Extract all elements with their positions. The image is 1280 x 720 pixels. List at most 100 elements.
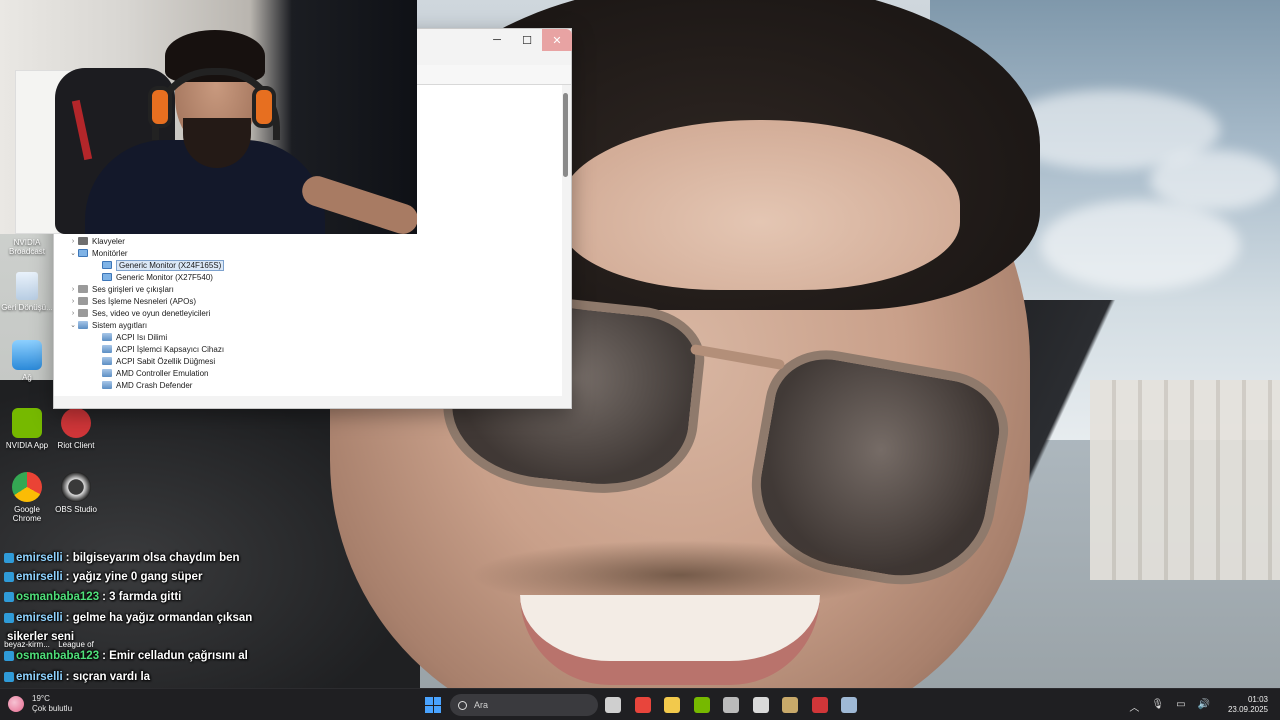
desktop-icon-label: OBS Studio xyxy=(55,505,97,514)
task-view-icon[interactable] xyxy=(605,697,621,713)
device-tree-item[interactable]: Generic Monitor (X24F165S) xyxy=(92,259,225,271)
wallpaper-forehead xyxy=(560,120,960,290)
device-tree-label: AMD Controller Emulation xyxy=(116,368,209,378)
device-tree-item[interactable]: › Ses İşleme Nesneleri (APOs) xyxy=(68,295,196,307)
taskbar: 19°C Çok bulutlu Ara ︿ 🎙 ▭ 🔊 01:03 23.09… xyxy=(0,688,1280,720)
desktop-icon-label: NVIDIA App xyxy=(5,441,49,450)
device-tree-label: ACPI Sabit Özellik Düğmesi xyxy=(116,356,216,366)
chat-text: : 3 farmda gitti xyxy=(102,591,182,603)
device-tree-item[interactable]: › Ses girişleri ve çıkışları xyxy=(68,283,174,295)
device-tree-item[interactable]: › Ses, video ve oyun denetleyicileri xyxy=(68,307,210,319)
device-category-icon xyxy=(78,309,88,317)
chat-message: sikerler seni xyxy=(4,631,74,643)
desktop-icon-recycle-bin[interactable]: Geri Dönüşü... xyxy=(0,272,54,312)
device-tree-item[interactable]: AMD Crash Defender xyxy=(92,379,192,391)
obs-icon xyxy=(61,472,91,502)
chat-badge-icon xyxy=(4,613,14,623)
wallpaper-cloud xyxy=(1150,150,1280,210)
chat-text: : sıçran vardı la xyxy=(65,671,151,683)
device-category-icon xyxy=(102,369,112,377)
chat-badge-icon xyxy=(4,572,14,582)
chat-text: : Emir celladun çağrısını al xyxy=(102,650,248,662)
device-tree-label: Ses, video ve oyun denetleyicileri xyxy=(92,308,211,318)
webcam-headset-cup xyxy=(252,86,276,128)
webcam-overlay xyxy=(0,0,417,234)
chevron-up-icon[interactable]: ︿ xyxy=(1129,699,1139,714)
device-tree-item[interactable]: Generic Monitor (X27F540) xyxy=(92,271,213,283)
device-tree-item[interactable]: AMD Controller Emulation xyxy=(92,367,208,379)
chrome-icon xyxy=(12,472,42,502)
device-category-icon xyxy=(102,333,112,341)
chevron-down-icon[interactable]: ⌄ xyxy=(68,249,78,257)
device-tree-item[interactable]: ⌄ Monitörler xyxy=(68,247,128,259)
device-tree-item[interactable]: ACPI Isı Dilimi xyxy=(92,331,167,343)
close-icon: ✕ xyxy=(552,34,562,47)
display-icon[interactable]: ▭ xyxy=(1176,699,1185,714)
chat-message: emirselli: bilgiseyarım olsa chaydım ben xyxy=(4,552,240,564)
chevron-right-icon[interactable]: › xyxy=(68,238,78,245)
stream-chat-overlay: emirselli: bilgiseyarım olsa chaydım ben… xyxy=(0,550,420,688)
wallpaper-cloud xyxy=(1040,200,1240,290)
taskbar-clock[interactable]: 01:03 23.09.2025 xyxy=(1228,695,1268,715)
device-tree-label: AMD Crash Defender xyxy=(116,380,193,390)
device-category-icon xyxy=(102,345,112,353)
device-category-icon xyxy=(78,285,88,293)
chat-username: emirselli xyxy=(16,571,63,583)
chat-username: osmanbaba123 xyxy=(16,591,100,603)
desktop-icon-label: Ağ xyxy=(22,373,32,382)
chevron-right-icon[interactable]: › xyxy=(68,298,78,305)
desktop-icon-nvidia-broadcast[interactable]: NVIDIA Broadcast xyxy=(0,238,54,256)
riot-client-icon xyxy=(61,408,91,438)
minimize-button[interactable]: ─ xyxy=(482,29,512,51)
desktop-icon-obs[interactable]: OBS Studio xyxy=(49,472,103,514)
nvidia-app-icon xyxy=(12,408,42,438)
device-category-icon xyxy=(102,273,112,281)
desktop-icon-nvidia-app[interactable]: NVIDIA App xyxy=(0,408,54,450)
chrome-icon[interactable] xyxy=(634,697,651,713)
start-button[interactable] xyxy=(425,697,441,713)
chat-badge-icon xyxy=(4,553,14,563)
device-tree-item[interactable]: ACPI İşlemci Kapsayıcı Cihazı xyxy=(92,343,224,355)
settings-icon[interactable] xyxy=(723,697,739,713)
desktop-icon-label: Riot Client xyxy=(57,441,95,450)
desktop-icon-label: Google Chrome xyxy=(12,505,42,523)
desktop-icon-network[interactable]: Ağ xyxy=(0,340,54,382)
chat-text: : gelme ha yağız ormandan çıksan xyxy=(65,612,253,624)
device-tree-label: Klavyeler xyxy=(92,236,125,246)
league-icon[interactable] xyxy=(782,697,798,713)
taskbar-search[interactable]: Ara xyxy=(450,694,598,716)
webcam-headset-cup xyxy=(148,86,172,128)
device-tree-label: Generic Monitor (X24F165S) xyxy=(116,259,225,271)
device-tree-label: Ses İşleme Nesneleri (APOs) xyxy=(92,296,197,306)
speaker-icon[interactable]: 🔊 xyxy=(1198,699,1210,714)
minimize-icon: ─ xyxy=(493,34,501,46)
chevron-right-icon[interactable]: › xyxy=(68,286,78,293)
device-tree-label: Ses girişleri ve çıkışları xyxy=(92,284,174,294)
tree-scrollbar[interactable] xyxy=(563,93,568,177)
device-tree-label: ACPI İşlemci Kapsayıcı Cihazı xyxy=(116,344,225,354)
file-explorer-icon[interactable] xyxy=(664,697,680,713)
microphone-icon[interactable]: 🎙 xyxy=(1151,699,1164,714)
chat-username: emirselli xyxy=(16,552,63,564)
search-placeholder: Ara xyxy=(474,700,489,710)
device-manager-icon[interactable] xyxy=(841,697,857,713)
device-tree[interactable]: ›Kameralar›Klavyeler⌄MonitörlerGeneric M… xyxy=(54,229,554,393)
chevron-down-icon[interactable]: ⌄ xyxy=(68,321,78,329)
chevron-right-icon[interactable]: › xyxy=(68,310,78,317)
device-tree-item[interactable]: ⌄ Sistem aygıtları xyxy=(68,319,147,331)
device-tree-label: ACPI Isı Dilimi xyxy=(116,332,168,342)
device-category-icon xyxy=(102,261,112,269)
obs-icon[interactable] xyxy=(752,697,769,713)
weather-widget[interactable]: 19°C Çok bulutlu xyxy=(8,694,72,714)
device-tree-item[interactable]: ACPI Sabit Özellik Düğmesi xyxy=(92,355,215,367)
device-tree-item[interactable]: › Klavyeler xyxy=(68,235,125,247)
riot-icon[interactable] xyxy=(811,697,828,713)
weather-icon xyxy=(8,696,24,712)
chat-text: : bilgiseyarım olsa chaydım ben xyxy=(65,552,240,564)
clock-time: 01:03 xyxy=(1247,695,1268,704)
close-button[interactable]: ✕ xyxy=(542,29,572,51)
desktop-icon-chrome[interactable]: Google Chrome xyxy=(0,472,54,523)
desktop-icon-riot-client[interactable]: Riot Client xyxy=(49,408,103,450)
maximize-button[interactable]: ☐ xyxy=(512,29,542,51)
nvidia-icon[interactable] xyxy=(693,697,710,713)
